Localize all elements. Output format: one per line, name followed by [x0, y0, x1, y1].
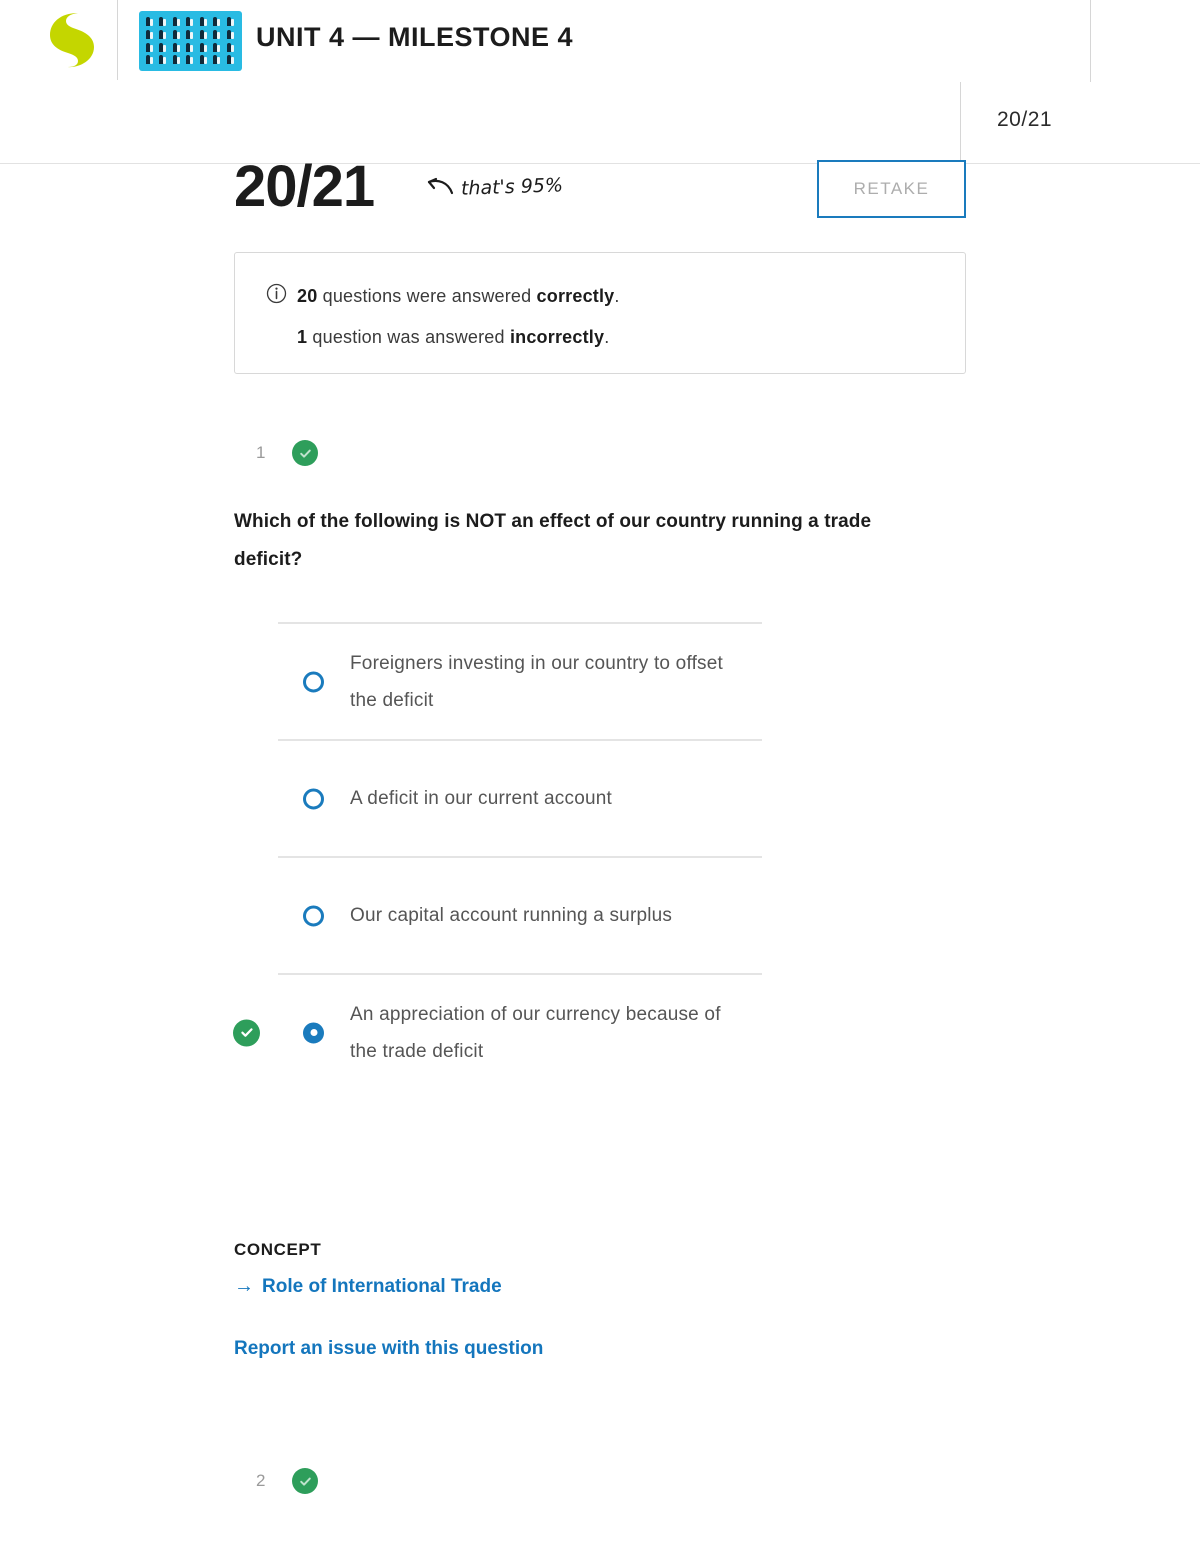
- concept-label: CONCEPT: [234, 1240, 322, 1259]
- concept-link[interactable]: → Role of International Trade: [234, 1275, 502, 1298]
- report-issue-link[interactable]: Report an issue with this question: [234, 1338, 543, 1360]
- answer-option[interactable]: Foreigners investing in our country to o…: [278, 622, 762, 739]
- question-number: 1: [256, 443, 266, 462]
- answer-option-label: Our capital account running a surplus: [350, 905, 673, 926]
- answer-option-label: Foreigners investing in our country to o…: [350, 652, 724, 711]
- info-icon: [266, 283, 287, 304]
- people-grid-icon: [139, 11, 242, 71]
- radio-button-selected[interactable]: [303, 1022, 324, 1043]
- check-circle-icon: [292, 440, 319, 466]
- question-2-header: 2: [256, 1468, 319, 1494]
- arrow-right-icon: →: [234, 1275, 254, 1297]
- sophia-s-logo[interactable]: [48, 11, 96, 69]
- curved-left-arrow-icon: [427, 177, 454, 195]
- correct-end: .: [614, 286, 620, 306]
- score-chip-panel: 20/21: [960, 82, 1200, 163]
- header-score-chip: 20/21: [997, 108, 1053, 131]
- concept-link-label: Role of International Trade: [262, 1275, 502, 1297]
- incorrect-mid: question was answered: [307, 327, 510, 347]
- incorrect-emph: incorrectly: [509, 327, 605, 347]
- radio-button[interactable]: [303, 788, 324, 809]
- check-circle-icon: [292, 1468, 319, 1494]
- answer-options-list: Foreigners investing in our country to o…: [233, 622, 762, 1090]
- page-title: UNIT 4 — MILESTONE 4: [256, 22, 574, 52]
- score-value: 20/21: [234, 154, 375, 219]
- correct-count: 20: [297, 286, 318, 306]
- incorrect-count: 1: [297, 327, 308, 347]
- handwritten-annotation: that's 95%: [424, 174, 564, 200]
- summary-line-incorrect: 1 question was answered incorrectly.: [297, 327, 609, 348]
- radio-button[interactable]: [303, 905, 324, 926]
- answer-option-label: An appreciation of our currency because …: [350, 1003, 721, 1062]
- answer-option[interactable]: Our capital account running a surplus: [278, 856, 762, 973]
- correct-emph: correctly: [536, 286, 615, 306]
- correct-mid: questions were answered: [317, 286, 537, 306]
- app-header: UNIT 4 — MILESTONE 4: [0, 0, 1200, 82]
- question-number: 2: [256, 1471, 266, 1490]
- header-divider: [117, 0, 118, 80]
- annotation-text: that's 95%: [460, 174, 564, 200]
- summary-line-correct: 20 questions were answered correctly.: [297, 286, 620, 307]
- header-right-rule: [1090, 0, 1091, 82]
- correct-answer-check-icon: [233, 1019, 260, 1046]
- score-summary-row: 20/21 that's 95% RETAKE: [234, 154, 974, 230]
- answer-option-selected[interactable]: An appreciation of our currency because …: [233, 973, 762, 1090]
- answer-option-label: A deficit in our current account: [350, 788, 612, 809]
- radio-button[interactable]: [303, 671, 324, 692]
- incorrect-end: .: [604, 327, 610, 347]
- retake-button[interactable]: RETAKE: [817, 160, 966, 218]
- question-text: Which of the following is NOT an effect …: [234, 511, 872, 570]
- answer-option[interactable]: A deficit in our current account: [278, 739, 762, 856]
- question-1-header: 1: [256, 440, 319, 466]
- results-summary-box: 20 questions were answered correctly. 1 …: [234, 252, 966, 374]
